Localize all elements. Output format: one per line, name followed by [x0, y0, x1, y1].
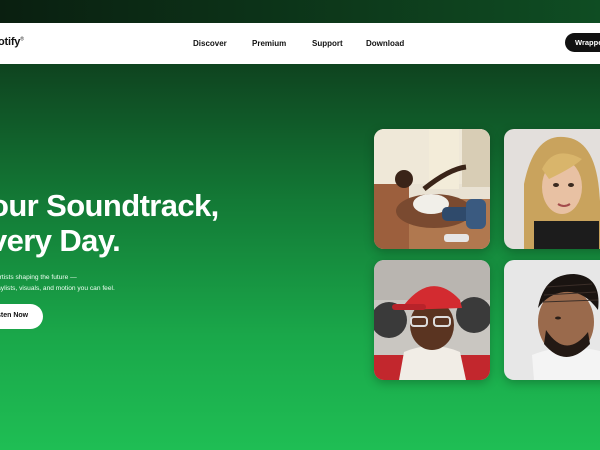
- hero-subtitle: r artists shaping the future — playlists…: [0, 272, 192, 294]
- nav-link-discover[interactable]: Discover: [193, 39, 227, 48]
- braids-artist-image: [504, 260, 600, 380]
- blonde-artist-image: [504, 129, 600, 249]
- hero-title-line-2: very Day.: [0, 223, 121, 258]
- listen-now-button[interactable]: sten Now: [0, 304, 43, 329]
- reclining-artist-image: [374, 129, 490, 249]
- hero-title-line-1: our Soundtrack,: [0, 188, 219, 223]
- nav-link-support[interactable]: Support: [312, 39, 343, 48]
- hero-subtitle-line-2: playlists, visuals, and motion you can f…: [0, 285, 115, 292]
- hero-subtitle-line-1: r artists shaping the future —: [0, 274, 77, 281]
- nav-link-premium[interactable]: Premium: [252, 39, 286, 48]
- nav-link-download[interactable]: Download: [366, 39, 404, 48]
- hero-title: our Soundtrack, very Day.: [0, 188, 250, 258]
- navbar: otify® Discover Premium Support Download…: [0, 23, 600, 64]
- artist-photo-blonde[interactable]: [504, 129, 600, 249]
- artist-photo-reclining[interactable]: [374, 129, 490, 249]
- red-cap-artist-image: [374, 260, 490, 380]
- logo-text: otify: [0, 36, 21, 48]
- brand-logo[interactable]: otify®: [0, 36, 24, 48]
- top-browser-strip: [0, 0, 600, 23]
- artist-photo-red-cap[interactable]: [374, 260, 490, 380]
- artist-photo-braids[interactable]: [504, 260, 600, 380]
- wrapped-button[interactable]: Wrappe: [565, 33, 600, 52]
- logo-mark: ®: [20, 36, 24, 43]
